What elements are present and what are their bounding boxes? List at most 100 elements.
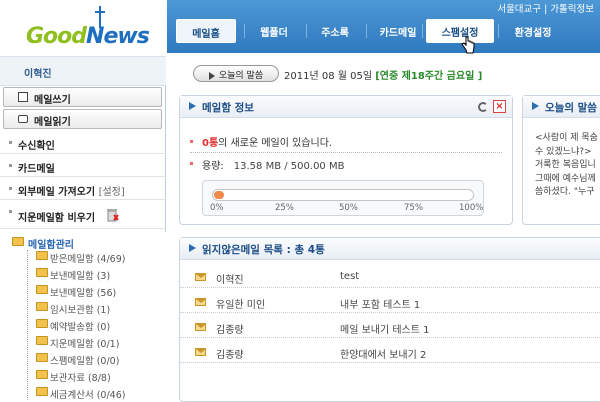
user-name-bar: 이혁진 — [0, 56, 166, 86]
panel-header: 메일함 정보 × — [180, 96, 512, 118]
daily-word-panel: 오늘의 말씀 <사람이 제 목숨 수 있겠느냐?> 거룩한 복음입니 그때에 예… — [522, 95, 600, 225]
usage-tick: 0% — [210, 203, 224, 213]
folder-icon — [36, 267, 48, 277]
tab-divider — [244, 24, 245, 38]
top-navigation: 서울대교구 | 가톨릭정보 메일홈 웹폴더 주소록 카드메일 스팸설정 환경설정 — [167, 0, 600, 53]
mail-subject[interactable]: test — [340, 271, 359, 282]
panel-title: 읽지않은메일 목록 : 총 4통 — [202, 244, 325, 256]
sidebar-item-read-receipt[interactable]: 수신확인 — [0, 132, 166, 154]
tab-divider — [422, 24, 423, 38]
folder-item[interactable]: 보낸메일함 (3) — [36, 267, 110, 283]
folder-icon — [36, 250, 48, 260]
mail-row[interactable]: 유일한 미인 내부 포함 테스트 1 — [180, 291, 600, 313]
tab-web-folder[interactable]: 웹폴더 — [248, 19, 300, 43]
tab-divider — [498, 24, 499, 38]
sidebar-item-label: 수신확인 — [18, 141, 55, 152]
usage-tick: 75% — [404, 203, 423, 213]
daily-word-line: 수 있겠느냐?> — [535, 146, 592, 157]
logo-text-news: News — [86, 24, 150, 49]
mail-subject[interactable]: 한양대에서 보내기 2 — [340, 346, 426, 361]
mail-subject[interactable]: 내부 포함 테스트 1 — [340, 296, 420, 311]
folder-item[interactable]: 스팸메일함 (0/0) — [36, 352, 119, 368]
folder-item[interactable]: 예약발송함 (0) — [36, 318, 110, 334]
mail-row[interactable]: 김종량 메일 보내기 테스트 1 — [180, 316, 600, 338]
mail-sender: 이혁진 — [216, 275, 244, 286]
folder-label: 보낸메일함 (56) — [50, 288, 117, 299]
sidebar-item-external-mail[interactable]: 외부메일 가져오기 [설정] — [0, 178, 166, 200]
external-mail-settings-link[interactable]: [설정] — [99, 187, 125, 198]
panel-header: 오늘의 말씀 — [523, 96, 600, 118]
tab-spam-settings[interactable]: 스팸설정 — [426, 19, 494, 43]
folder-icon — [36, 284, 48, 294]
envelope-icon — [18, 115, 28, 123]
logo-text: GoodNews — [26, 24, 150, 49]
mail-subject[interactable]: 메일 보내기 테스트 1 — [340, 321, 430, 336]
sidebar-item-label: 외부메일 가져오기 [설정] — [18, 183, 125, 198]
bullet-icon — [9, 164, 12, 167]
folder-label: 지운메일함 (0/1) — [50, 339, 120, 350]
goodnews-logo[interactable]: GoodNews — [0, 0, 166, 56]
folder-item[interactable]: 받은메일함 (4/69) — [36, 250, 125, 266]
daily-word-line: 씀하셨다. "누구 — [535, 187, 595, 197]
folder-label: 스팸메일함 (0/0) — [50, 356, 120, 367]
top-links: 서울대교구 | 가톨릭정보 — [497, 1, 594, 15]
mail-row[interactable]: 이혁진 test — [180, 266, 600, 288]
bullet-icon — [190, 140, 193, 143]
bullet-icon — [9, 141, 12, 144]
mailbox-info-panel: 메일함 정보 × 0통의 새로운 메일이 있습니다. 용량: 13.58 MB /… — [179, 95, 513, 225]
tab-address-book[interactable]: 주소록 — [310, 19, 360, 43]
usage-bar — [212, 189, 474, 201]
close-icon[interactable]: × — [493, 100, 506, 113]
folder-manage-label: 메일함관리 — [28, 240, 74, 251]
envelope-icon — [195, 348, 206, 356]
divider — [190, 152, 502, 153]
refresh-icon[interactable] — [478, 102, 488, 112]
tab-divider — [306, 24, 307, 38]
folder-icon — [36, 301, 48, 311]
sidebar-item-empty-trash[interactable]: 지운메일함 비우기 — [0, 201, 166, 229]
sidebar-item-card-mail[interactable]: 카드메일 — [0, 155, 166, 177]
folder-item[interactable]: 임시보관함 (1) — [36, 301, 110, 317]
sidebar-item-label: 지운메일함 비우기 — [18, 213, 96, 224]
folder-icon — [36, 318, 48, 328]
mail-sender: 김종량 — [216, 350, 244, 361]
folder-icon — [36, 335, 48, 345]
arrow-right-icon — [189, 244, 196, 252]
tab-mail-home[interactable]: 메일홈 — [176, 19, 236, 43]
panel-header: 읽지않은메일 목록 : 총 4통 — [180, 238, 600, 260]
arrow-right-icon — [532, 102, 539, 110]
new-mail-count[interactable]: 0통 — [202, 138, 218, 149]
hand-cursor-icon — [461, 36, 475, 54]
panel-title: 오늘의 말씀 — [545, 102, 597, 114]
read-mail-label: 메일읽기 — [34, 117, 71, 128]
folder-label: 보낸메일함 (3) — [50, 271, 111, 282]
new-mail-text: 0통의 새로운 메일이 있습니다. — [202, 134, 332, 149]
mail-sender: 김종량 — [216, 325, 244, 336]
link-seoul-diocese[interactable]: 서울대교구 — [497, 4, 541, 15]
link-catholic-info[interactable]: 가톨릭정보 — [550, 4, 594, 15]
tab-preferences[interactable]: 환경설정 — [502, 19, 564, 43]
folder-icon — [36, 352, 48, 362]
write-mail-button[interactable]: 메일쓰기 — [3, 87, 162, 107]
usage-bar-fill — [214, 191, 224, 199]
liturgical-date: 2011년 08 월 05일 [연중 제18주간 금요일 ] — [284, 67, 482, 82]
read-mail-button[interactable]: 메일읽기 — [3, 109, 162, 129]
mail-row[interactable]: 김종량 한양대에서 보내기 2 — [180, 341, 600, 363]
usage-text: 용량: 13.58 MB / 500.00 MB — [202, 157, 344, 172]
folder-item[interactable]: 보관자료 (8/8) — [36, 369, 111, 385]
folder-label: 임시보관함 (1) — [50, 305, 111, 316]
panel-title: 메일함 정보 — [202, 102, 254, 114]
bullet-icon — [190, 162, 193, 165]
folder-item[interactable]: 보낸메일함 (56) — [36, 284, 116, 300]
tree-line — [27, 250, 28, 400]
mail-sender: 유일한 미인 — [216, 300, 266, 311]
daily-word-button[interactable]: 오늘의 말씀 — [193, 65, 279, 82]
folder-icon — [36, 369, 48, 379]
tab-card-mail[interactable]: 카드메일 — [370, 19, 426, 43]
daily-word-label: 오늘의 말씀 — [218, 71, 264, 81]
folder-manage-header[interactable]: 메일함관리 — [12, 236, 74, 251]
folder-item[interactable]: 지운메일함 (0/1) — [36, 335, 119, 351]
bullet-icon — [9, 210, 12, 213]
envelope-icon — [195, 298, 206, 306]
daily-word-line: <사람이 제 목숨 — [535, 133, 598, 143]
